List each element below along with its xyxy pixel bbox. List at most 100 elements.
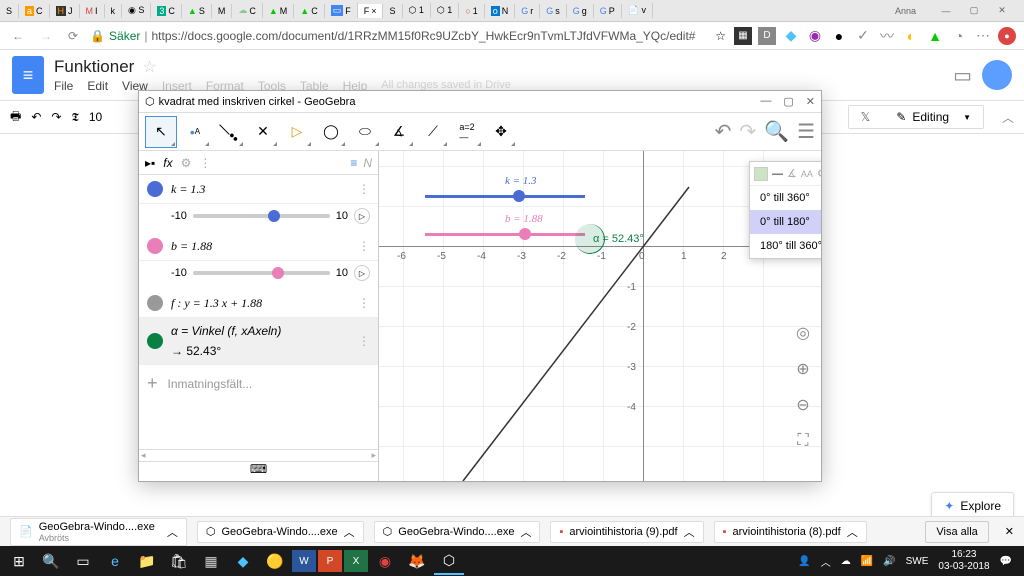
app-icon[interactable]: ◉ [370,547,400,575]
close-downloads-icon[interactable]: ✕ [1005,525,1014,538]
redo-icon[interactable]: ↷ [51,110,61,124]
target-icon[interactable]: ◎ [791,321,815,345]
ext-icon[interactable]: ◔ [950,27,968,45]
angle-style-icon[interactable]: ∡ [787,167,797,180]
chevron-up-icon[interactable]: ︿ [520,524,531,540]
perpendicular-tool[interactable]: ✕ [247,116,279,148]
ext-icon[interactable]: ✓ [854,27,872,45]
redo-icon[interactable]: ↷ [739,119,756,144]
browser-tab[interactable]: S [383,4,402,18]
sort-icon[interactable]: ≡ [350,156,357,170]
app-icon[interactable]: ▦ [196,547,226,575]
maximize-icon[interactable]: ▢ [960,2,988,20]
algebra-row-k[interactable]: k = 1.3 ⋮ [139,175,378,204]
circle-tool[interactable]: ◯ [315,116,347,148]
star-doc-icon[interactable]: ☆ [142,57,156,77]
slider-track[interactable] [193,214,330,218]
fx-icon[interactable]: fx [163,156,172,170]
row-menu-icon[interactable]: ⋮ [358,239,370,253]
chevron-up-icon[interactable]: ︿ [847,524,858,540]
more-icon[interactable]: ⋮ [199,156,211,170]
chrome-icon[interactable]: 🟡 [260,547,290,575]
slider-track[interactable] [193,271,330,275]
ext-icon[interactable]: ● [830,27,848,45]
undo-icon[interactable]: ↶ [715,119,732,144]
browser-tab[interactable]: ▲ M [263,4,294,18]
minimize-icon[interactable]: — [760,95,771,108]
firefox-icon[interactable]: 🦊 [402,547,432,575]
star-icon[interactable]: ☆ [715,29,726,43]
row-menu-icon[interactable]: ⋮ [358,334,370,348]
browser-tab[interactable]: 📄 v [622,3,653,18]
download-item[interactable]: ▪ arviointihistoria (8).pdf ︿ [714,521,867,543]
undo-icon[interactable]: ↶ [31,110,41,124]
browser-tab[interactable]: o N [485,4,516,18]
wifi-icon[interactable]: 📶 [861,556,873,567]
maximize-icon[interactable]: ▢ [783,95,793,108]
browser-tab[interactable]: H J [50,4,80,18]
graphics-view[interactable]: ▸ -6 -5 -4 -3 -2 -1 0 1 2 3 -1 -2 -3 -4 … [379,151,821,481]
collapse-icon[interactable]: ︿ [1002,109,1014,126]
user-avatar[interactable] [982,60,1012,90]
browser-tab[interactable]: ▭ F [325,3,358,18]
browser-tab-active[interactable]: F × [358,4,384,18]
app-icon[interactable]: ◆ [228,547,258,575]
chevron-up-icon[interactable]: ︿ [684,524,695,540]
ext-icon[interactable]: ◆ [782,27,800,45]
download-item[interactable]: 📄 GeoGebra-Windo....exe Avbröts ︿ [10,518,187,546]
browser-tab[interactable]: S [0,4,19,18]
store-icon[interactable]: 🛍 [164,547,194,575]
word-icon[interactable]: W [292,550,316,572]
add-icon[interactable]: + [147,373,158,394]
chevron-up-icon[interactable]: ︿ [344,524,355,540]
move-view-tool[interactable]: ✥ [485,116,517,148]
move-tool[interactable]: ↖ [145,116,177,148]
ext-icon[interactable]: ◉ [806,27,824,45]
zoom-in-icon[interactable]: ⊕ [791,357,815,381]
input-field[interactable]: Inmatningsfält... [168,377,253,391]
menu-edit[interactable]: Edit [87,79,108,93]
print-icon[interactable]: 🖶 [10,107,21,128]
browser-tab[interactable]: ◉ S [122,3,151,18]
visibility-toggle[interactable] [147,333,163,349]
angle-option[interactable]: 180° till 360° [750,234,821,258]
abp-icon[interactable]: ● [998,27,1016,45]
paint-icon[interactable]: 𝕿 [71,110,78,125]
browser-tab[interactable]: ⬡ 1 [403,3,431,18]
ext-icon[interactable]: ▦ [734,27,752,45]
play-icon[interactable]: ▷ [354,208,370,224]
back-icon[interactable]: ← [8,27,28,45]
edge-icon[interactable]: e [100,547,130,575]
input-bar-icon[interactable]: ▸▪ [145,156,155,170]
browser-tab[interactable]: M [212,4,233,18]
ext-icon[interactable]: 〰 [878,27,896,45]
ellipse-tool[interactable]: ⬭ [349,116,381,148]
doc-title[interactable]: Funktioner [54,57,134,77]
zoom-out-icon[interactable]: ⊖ [791,393,815,417]
start-icon[interactable]: ⊞ [4,547,34,575]
ext-icon[interactable]: D [758,27,776,45]
input-row[interactable]: + Inmatningsfält... [139,365,378,402]
slider-tool[interactable]: a=2— [451,116,483,148]
download-item[interactable]: ▪ arviointihistoria (9).pdf ︿ [550,521,703,543]
algebra-row-alpha[interactable]: α = Vinkel (f, xAxeln) → 52.43° ⋮ [139,318,378,365]
algebra-row-b[interactable]: b = 1.88 ⋮ [139,232,378,261]
polygon-tool[interactable]: ▷ [281,116,313,148]
powerpoint-icon[interactable]: P [318,550,342,572]
color-swatch[interactable] [754,167,768,181]
close-icon[interactable]: ✕ [988,2,1016,20]
clock[interactable]: 16:23 03-03-2018 [938,549,989,573]
ext-icon[interactable]: ▲ [926,27,944,45]
angle-option[interactable]: 0° till 360° [750,186,821,210]
browser-tab[interactable]: G g [567,4,594,18]
slider-thumb[interactable] [268,210,280,222]
play-icon[interactable]: ▷ [354,265,370,281]
browser-tab[interactable]: ○ 1 [459,4,484,18]
reflect-tool[interactable]: ⟋ [417,116,449,148]
gear-icon[interactable]: ⚙ [181,156,192,170]
search-icon[interactable]: 🔍 [764,119,789,144]
fullscreen-icon[interactable]: ⛶ [791,429,815,453]
download-item[interactable]: ⬡ GeoGebra-Windo....exe ︿ [374,521,541,543]
line-style-icon[interactable]: — [772,168,783,180]
row-menu-icon[interactable]: ⋮ [358,296,370,310]
